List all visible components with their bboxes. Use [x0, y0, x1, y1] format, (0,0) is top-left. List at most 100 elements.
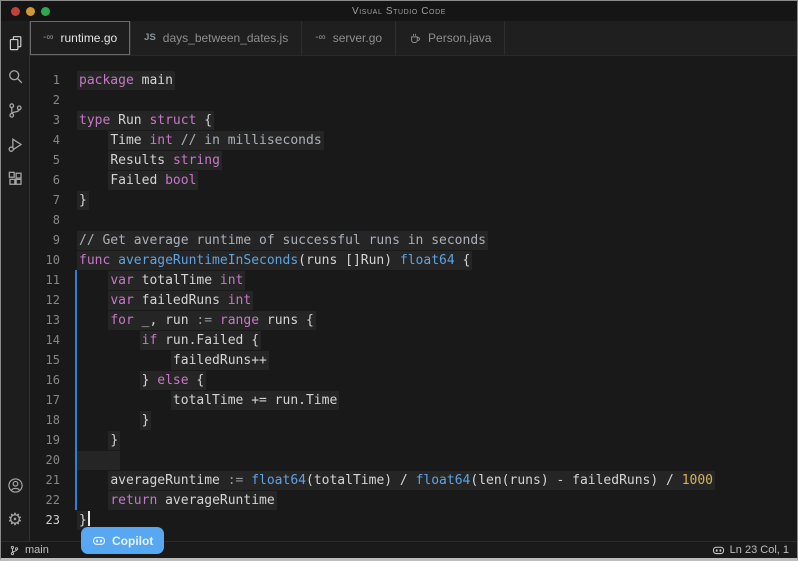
code-text: failedRuns++	[173, 353, 267, 368]
text-cursor	[88, 511, 90, 526]
go-icon: -∞	[315, 33, 325, 43]
line-number: 7	[30, 190, 60, 210]
code-line-15[interactable]: 15 failedRuns++	[30, 350, 797, 370]
code-text: } else {	[142, 373, 205, 388]
git-branch-icon	[9, 545, 20, 556]
code-line-4[interactable]: 4 Time int // in milliseconds	[30, 130, 797, 150]
code-text: if run.Failed {	[142, 333, 259, 348]
minimize-window-icon[interactable]	[26, 7, 35, 16]
code-line-6[interactable]: 6 Failed bool	[30, 170, 797, 190]
title-bar: Visual Studio Code	[1, 1, 797, 21]
code-line-21[interactable]: 21 averageRuntime := float64(totalTime) …	[30, 470, 797, 490]
code-line-10[interactable]: 10 func averageRuntimeInSeconds(runs []Ru…	[30, 250, 797, 270]
tab-label: server.go	[333, 31, 382, 45]
code-text: Failed bool	[110, 173, 196, 188]
active-indent-guide	[75, 270, 77, 510]
code-text: }	[142, 413, 150, 428]
code-line-11[interactable]: 11 var totalTime int	[30, 270, 797, 290]
code-text	[79, 453, 118, 468]
tab-runtime.go[interactable]: -∞ runtime.go	[30, 21, 131, 55]
traffic-lights	[11, 7, 50, 16]
code-editor[interactable]: 1package main23type Run struct {4 Time i…	[30, 56, 797, 541]
code-text: totalTime += run.Time	[173, 393, 337, 408]
code-text: averageRuntime := float64(totalTime) / f…	[110, 473, 713, 488]
code-line-14[interactable]: 14 if run.Failed {	[30, 330, 797, 350]
line-number: 13	[30, 310, 60, 330]
line-number: 5	[30, 150, 60, 170]
branch-indicator[interactable]: main	[9, 544, 49, 556]
code-text: return averageRuntime	[110, 493, 274, 508]
search-icon[interactable]	[4, 64, 26, 88]
line-number: 4	[30, 130, 60, 150]
line-number: 18	[30, 410, 60, 430]
code-line-7[interactable]: 7}	[30, 190, 797, 210]
code-line-19[interactable]: 19 }	[30, 430, 797, 450]
cursor-position-indicator[interactable]: Ln 23 Col, 1	[712, 544, 789, 557]
code-line-9[interactable]: 9 // Get average runtime of successful ru…	[30, 230, 797, 250]
tab-label: days_between_dates.js	[163, 31, 288, 45]
line-number: 1	[30, 70, 60, 90]
code-text: // Get average runtime of successful run…	[79, 233, 486, 248]
branch-name: main	[25, 544, 49, 556]
line-number: 11	[30, 270, 60, 290]
tab-server.go[interactable]: -∞ server.go	[302, 21, 396, 55]
cursor-position: Ln 23 Col, 1	[730, 544, 789, 556]
vscode-window: Visual Studio Code	[0, 0, 798, 561]
code-line-13[interactable]: 13 for _, run := range runs {	[30, 310, 797, 330]
code-line-17[interactable]: 17 totalTime += run.Time	[30, 390, 797, 410]
code-line-5[interactable]: 5 Results string	[30, 150, 797, 170]
js-icon: JS	[144, 33, 156, 43]
copilot-icon	[92, 534, 106, 548]
run-debug-icon[interactable]	[4, 132, 26, 156]
line-number: 10	[30, 250, 60, 270]
code-line-2[interactable]: 2	[30, 90, 797, 110]
line-number: 12	[30, 290, 60, 310]
line-number: 20	[30, 450, 60, 470]
explorer-icon[interactable]	[4, 30, 26, 54]
code-line-3[interactable]: 3type Run struct {	[30, 110, 797, 130]
line-number: 14	[30, 330, 60, 350]
code-line-1[interactable]: 1 package main	[30, 70, 797, 90]
line-number: 8	[30, 210, 60, 230]
tab-days_between_dates.js[interactable]: JS days_between_dates.js	[131, 21, 302, 55]
close-window-icon[interactable]	[11, 7, 20, 16]
tab-bar: -∞ runtime.go JS days_between_dates.js -∞ ser…	[30, 21, 797, 56]
window-title: Visual Studio Code	[1, 6, 797, 17]
source-control-icon[interactable]	[4, 98, 26, 122]
tab-Person.java[interactable]: Person.java	[396, 21, 505, 55]
settings-gear-icon[interactable]: ⚙	[4, 507, 26, 531]
copilot-button-label: Copilot	[112, 534, 153, 548]
code-text: for _, run := range runs {	[110, 313, 314, 328]
code-text: var failedRuns int	[110, 293, 251, 308]
code-line-8[interactable]: 8	[30, 210, 797, 230]
code-line-22[interactable]: 22 return averageRuntime	[30, 490, 797, 510]
code-text: }	[79, 193, 87, 208]
code-text: package main	[79, 73, 173, 88]
code-line-18[interactable]: 18 }	[30, 410, 797, 430]
line-number: 15	[30, 350, 60, 370]
line-number: 23	[30, 510, 60, 530]
tab-label: runtime.go	[60, 31, 117, 45]
code-line-12[interactable]: 12 var failedRuns int	[30, 290, 797, 310]
activity-bar: ⚙	[1, 21, 30, 541]
code-line-16[interactable]: 16 } else {	[30, 370, 797, 390]
code-text: type Run struct {	[79, 113, 212, 128]
go-icon: -∞	[43, 33, 53, 43]
code-text: var totalTime int	[110, 273, 243, 288]
line-number: 17	[30, 390, 60, 410]
account-icon[interactable]	[4, 473, 26, 497]
code-text: }	[79, 513, 87, 528]
copilot-button[interactable]: Copilot	[81, 527, 164, 554]
code-text: func averageRuntimeInSeconds(runs []Run)…	[79, 253, 470, 268]
java-icon	[409, 32, 421, 44]
code-line-20[interactable]: 20	[30, 450, 797, 470]
maximize-window-icon[interactable]	[41, 7, 50, 16]
tab-label: Person.java	[428, 31, 491, 45]
line-number: 9	[30, 230, 60, 250]
extensions-icon[interactable]	[4, 166, 26, 190]
line-number: 21	[30, 470, 60, 490]
code-text: Results string	[110, 153, 220, 168]
copilot-icon	[712, 544, 725, 557]
line-number: 2	[30, 90, 60, 110]
line-number: 19	[30, 430, 60, 450]
